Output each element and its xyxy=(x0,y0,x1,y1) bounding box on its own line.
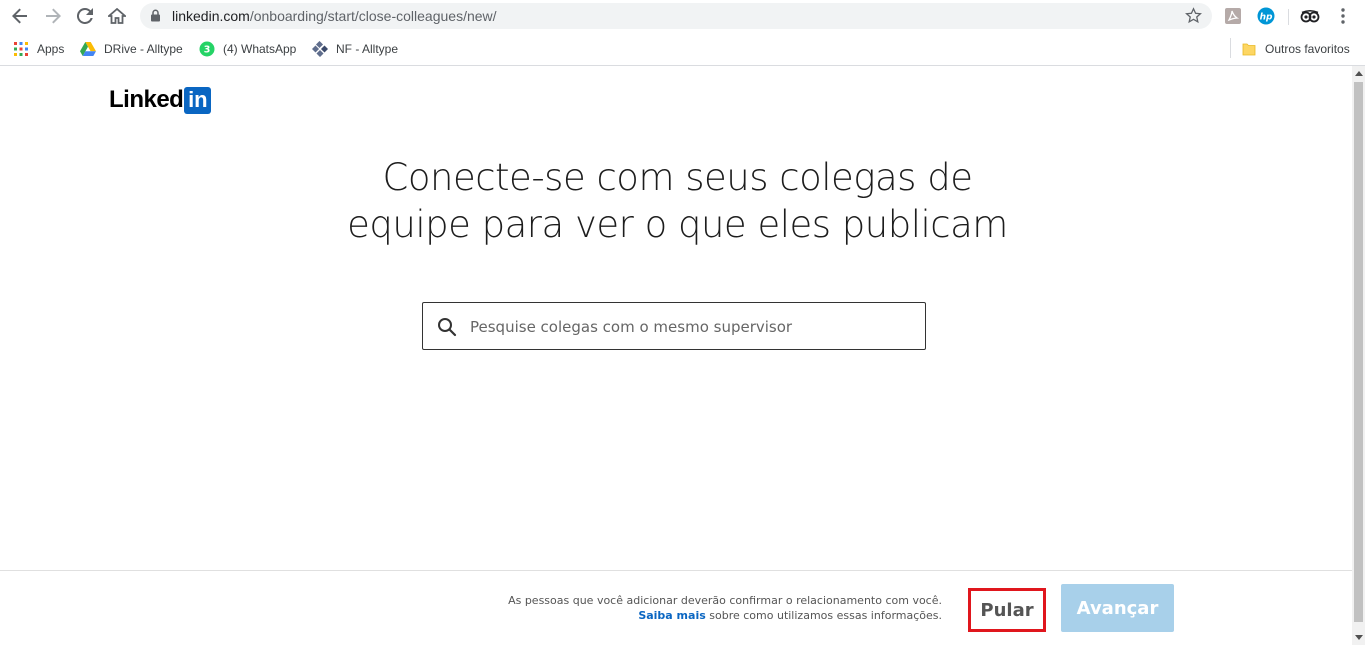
learn-more-link[interactable]: Saiba mais xyxy=(638,609,705,622)
google-drive-icon xyxy=(80,41,96,57)
svg-text:3: 3 xyxy=(204,45,211,56)
scroll-up-arrow-icon[interactable] xyxy=(1355,71,1363,76)
other-bookmarks-label: Outros favoritos xyxy=(1265,42,1350,56)
disclaimer-line-2: Saiba mais sobre como utilizamos essas i… xyxy=(508,608,942,623)
bookmarks-bar: Apps DRive - Alltype 3 (4) WhatsApp NF -… xyxy=(0,33,1365,66)
onboarding-footer: As pessoas que você adicionar deverão co… xyxy=(0,570,1352,645)
svg-text:hp: hp xyxy=(1260,13,1273,23)
scroll-down-arrow-icon[interactable] xyxy=(1355,635,1363,640)
whatsapp-icon: 3 xyxy=(199,41,215,57)
folder-icon xyxy=(1241,41,1257,57)
next-button[interactable]: Avançar xyxy=(1061,584,1174,632)
home-button[interactable] xyxy=(105,5,129,27)
bookmark-label: Apps xyxy=(37,42,65,56)
nf-diamond-icon xyxy=(312,41,328,57)
back-button[interactable] xyxy=(8,5,32,27)
home-icon xyxy=(108,8,126,24)
tripadvisor-extension[interactable] xyxy=(1299,5,1321,27)
pdf-icon xyxy=(1225,8,1241,24)
scroll-thumb[interactable] xyxy=(1354,82,1363,622)
toolbar-divider xyxy=(1288,9,1289,25)
bookmark-nf[interactable]: NF - Alltype xyxy=(312,39,398,59)
search-icon xyxy=(438,318,457,337)
page-scrollbar[interactable] xyxy=(1352,66,1365,645)
onboarding-page: Linked in Conecte-se com seus colegas de… xyxy=(0,66,1352,645)
chrome-menu-button[interactable] xyxy=(1332,5,1354,27)
forward-arrow-icon xyxy=(46,8,61,24)
bookmark-whatsapp[interactable]: 3 (4) WhatsApp xyxy=(199,39,296,59)
address-bar[interactable]: linkedin.com/onboarding/start/close-coll… xyxy=(140,3,1212,29)
footer-disclaimer: As pessoas que você adicionar deverão co… xyxy=(508,593,942,623)
lock-icon xyxy=(151,9,160,22)
owl-eyes-icon xyxy=(1300,9,1320,23)
skip-button[interactable]: Pular xyxy=(968,588,1046,632)
browser-toolbar: linkedin.com/onboarding/start/close-coll… xyxy=(0,0,1365,33)
bookmarks-divider xyxy=(1230,38,1231,58)
bookmark-label: DRive - Alltype xyxy=(104,42,183,56)
bookmark-drive[interactable]: DRive - Alltype xyxy=(80,39,183,59)
headline-line-2: equipe para ver o que eles publicam xyxy=(347,203,1008,246)
linkedin-logo[interactable]: Linked in xyxy=(109,86,212,114)
colleague-search-box[interactable] xyxy=(422,302,926,350)
bookmark-label: (4) WhatsApp xyxy=(223,42,297,56)
hp-extension[interactable]: hp xyxy=(1255,5,1277,27)
bookmark-label: NF - Alltype xyxy=(336,42,399,56)
apps-grid-icon xyxy=(13,41,29,57)
acrobat-extension[interactable] xyxy=(1222,5,1244,27)
disclaimer-line-1: As pessoas que você adicionar deverão co… xyxy=(508,594,942,607)
logo-wordmark: Linked xyxy=(109,86,184,113)
page-title: Conecte-se com seus colegas de equipe pa… xyxy=(300,154,1055,248)
bookmark-apps[interactable]: Apps xyxy=(13,39,64,59)
colleague-search-input[interactable] xyxy=(470,315,910,339)
reload-icon xyxy=(77,8,93,24)
back-arrow-icon xyxy=(12,8,27,24)
other-bookmarks[interactable]: Outros favoritos xyxy=(1241,39,1350,59)
headline-line-1: Conecte-se com seus colegas de xyxy=(382,156,973,199)
reload-button[interactable] xyxy=(73,5,97,27)
hp-logo-icon: hp xyxy=(1257,7,1275,25)
url-text: linkedin.com/onboarding/start/close-coll… xyxy=(172,8,497,24)
kebab-menu-icon xyxy=(1341,8,1345,24)
disclaimer-line-2-text: sobre como utilizamos essas informações. xyxy=(705,609,942,622)
bookmark-star-icon[interactable] xyxy=(1185,7,1202,24)
logo-in-box: in xyxy=(184,86,212,114)
forward-button[interactable] xyxy=(41,5,65,27)
